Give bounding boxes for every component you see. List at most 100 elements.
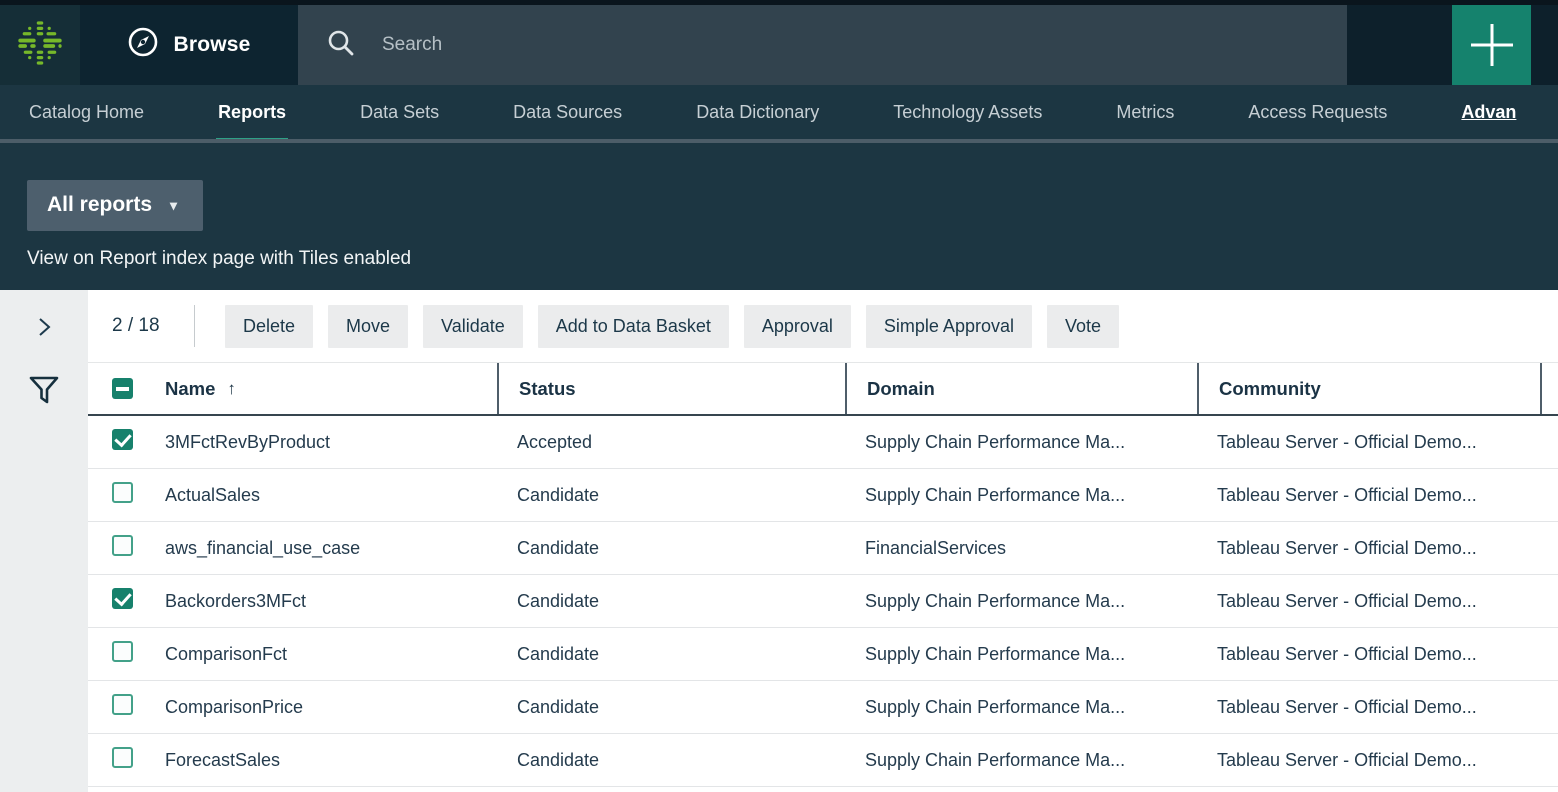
name-cell[interactable]: 3MFctRevByProduct [165,432,497,453]
nav-tab-data-sets[interactable]: Data Sets [358,85,441,139]
reports-table: Name ↑ Status Domain Community 3MFctRevB… [88,362,1558,787]
filter-icon[interactable] [27,373,61,412]
vote-button[interactable]: Vote [1047,305,1119,348]
row-checkbox-cell [88,747,165,773]
nav-tab-advan[interactable]: Advan [1459,85,1518,139]
expand-sidebar-button[interactable] [33,316,55,343]
name-cell[interactable]: ActualSales [165,485,497,506]
nav-tab-catalog-home[interactable]: Catalog Home [27,85,146,139]
add-to-data-basket-button[interactable]: Add to Data Basket [538,305,729,348]
validate-button[interactable]: Validate [423,305,523,348]
select-all-cell [88,363,165,414]
row-checkbox-cell [88,588,165,614]
row-checkbox-cell [88,429,165,455]
domain-cell: FinancialServices [845,538,1197,559]
toolbar-divider [194,305,195,347]
search-input[interactable] [382,34,1347,56]
bulk-action-toolbar: 2 / 18 Delete Move Validate Add to Data Bas… [88,290,1558,362]
view-selector-label: All reports [47,193,152,217]
table-row: ActualSalesCandidateSupply Chain Perform… [88,469,1558,522]
page-body: 2 / 18 Delete Move Validate Add to Data Bas… [0,290,1558,792]
status-cell: Candidate [497,538,845,559]
row-checkbox[interactable] [112,641,133,662]
view-selector-dropdown[interactable]: All reports ▾ [27,180,203,231]
nav-tab-reports[interactable]: Reports [216,85,288,139]
domain-cell: Supply Chain Performance Ma... [845,697,1197,718]
topbar-spacer [1347,5,1452,85]
column-header-community[interactable]: Community [1197,363,1540,414]
row-checkbox-cell [88,535,165,561]
domain-cell: Supply Chain Performance Ma... [845,432,1197,453]
browse-button[interactable]: Browse [80,5,298,85]
row-checkbox-cell [88,482,165,508]
selection-count: 2 / 18 [112,315,194,337]
select-all-checkbox[interactable] [112,378,133,399]
status-cell: Candidate [497,591,845,612]
app-logo[interactable] [0,5,80,85]
name-cell[interactable]: ComparisonPrice [165,697,497,718]
community-cell: Tableau Server - Official Demo... [1197,644,1540,665]
community-cell: Tableau Server - Official Demo... [1197,432,1540,453]
browse-label: Browse [173,33,250,57]
nav-tab-metrics[interactable]: Metrics [1114,85,1176,139]
table-row: 3MFctRevByProductAcceptedSupply Chain Pe… [88,416,1558,469]
column-header-end [1540,363,1558,414]
table-body: 3MFctRevByProductAcceptedSupply Chain Pe… [88,416,1558,787]
domain-cell: Supply Chain Performance Ma... [845,591,1197,612]
column-header-domain[interactable]: Domain [845,363,1197,414]
table-row: ComparisonFctCandidateSupply Chain Perfo… [88,628,1558,681]
status-cell: Candidate [497,485,845,506]
table-row: Backorders3MFctCandidateSupply Chain Per… [88,575,1558,628]
row-checkbox[interactable] [112,429,133,450]
status-cell: Candidate [497,750,845,771]
row-checkbox[interactable] [112,482,133,503]
delete-button[interactable]: Delete [225,305,313,348]
compass-icon [127,26,159,64]
nav-tab-access-requests[interactable]: Access Requests [1246,85,1389,139]
name-cell[interactable]: aws_financial_use_case [165,538,497,559]
collibra-logo-icon [14,17,66,74]
report-view-header: All reports ▾ View on Report index page … [0,143,1558,290]
row-checkbox[interactable] [112,694,133,715]
nav-tab-technology-assets[interactable]: Technology Assets [891,85,1044,139]
status-cell: Candidate [497,697,845,718]
name-cell[interactable]: ForecastSales [165,750,497,771]
approval-button[interactable]: Approval [744,305,851,348]
row-checkbox[interactable] [112,588,133,609]
column-header-status[interactable]: Status [497,363,845,414]
toolbar-buttons: Delete Move Validate Add to Data Basket Appr… [225,305,1134,348]
community-cell: Tableau Server - Official Demo... [1197,697,1540,718]
row-checkbox[interactable] [112,747,133,768]
row-checkbox-cell [88,694,165,720]
view-caption: View on Report index page with Tiles ena… [27,248,1558,270]
row-checkbox-cell [88,641,165,667]
move-button[interactable]: Move [328,305,408,348]
plus-icon [1471,24,1513,66]
name-cell[interactable]: ComparisonFct [165,644,497,665]
add-button[interactable] [1452,5,1531,85]
top-bar: Browse [0,0,1558,85]
status-cell: Accepted [497,432,845,453]
community-cell: Tableau Server - Official Demo... [1197,591,1540,612]
filter-sidebar [0,290,88,792]
simple-approval-button[interactable]: Simple Approval [866,305,1032,348]
nav-tab-data-sources[interactable]: Data Sources [511,85,624,139]
nav-tab-data-dictionary[interactable]: Data Dictionary [694,85,821,139]
community-cell: Tableau Server - Official Demo... [1197,538,1540,559]
table-header-row: Name ↑ Status Domain Community [88,362,1558,416]
community-cell: Tableau Server - Official Demo... [1197,750,1540,771]
column-header-name[interactable]: Name ↑ [165,363,497,414]
domain-cell: Supply Chain Performance Ma... [845,485,1197,506]
community-cell: Tableau Server - Official Demo... [1197,485,1540,506]
main-content: 2 / 18 Delete Move Validate Add to Data Bas… [88,290,1558,792]
row-checkbox[interactable] [112,535,133,556]
domain-cell: Supply Chain Performance Ma... [845,644,1197,665]
status-cell: Candidate [497,644,845,665]
domain-cell: Supply Chain Performance Ma... [845,750,1197,771]
name-cell[interactable]: Backorders3MFct [165,591,497,612]
sort-ascending-icon: ↑ [227,379,236,399]
search-bar [298,5,1347,85]
table-row: aws_financial_use_caseCandidateFinancial… [88,522,1558,575]
table-row: ForecastSalesCandidateSupply Chain Perfo… [88,734,1558,787]
chevron-down-icon: ▾ [170,197,177,214]
